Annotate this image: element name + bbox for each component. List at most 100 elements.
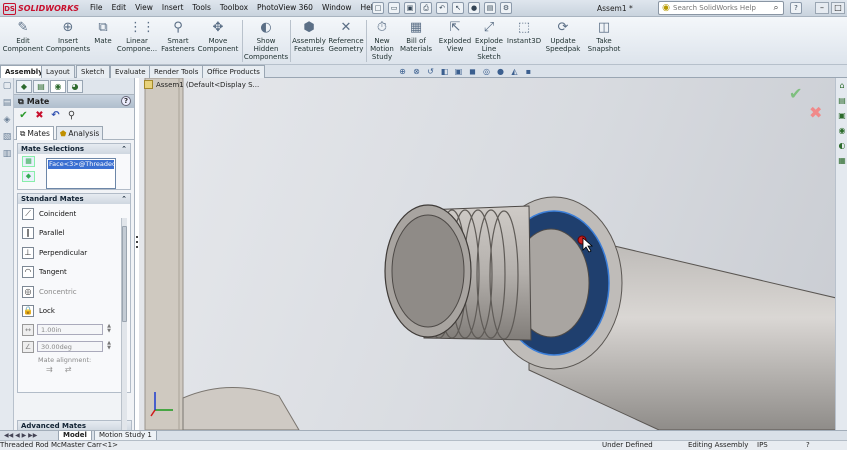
hide-show-items-icon[interactable]: ◎ <box>481 67 492 77</box>
save-icon[interactable]: ▣ <box>404 2 416 14</box>
search-icon[interactable]: ⌕ <box>769 3 783 13</box>
status-help-icon[interactable]: ? <box>806 441 810 450</box>
cancel-x-icon[interactable]: ✖ <box>34 110 45 121</box>
tab-layout[interactable]: Layout <box>41 65 75 78</box>
distance-field[interactable] <box>37 324 103 335</box>
section-view-icon[interactable]: ◧ <box>439 67 450 77</box>
solidworks-logo[interactable]: DS SOLIDWORKS <box>3 2 79 15</box>
move-component-button[interactable]: ✥ Move Component <box>197 20 239 53</box>
concentric-mate[interactable]: ◎ Concentric <box>18 282 130 302</box>
document-icon[interactable]: ▤ <box>1 98 13 112</box>
undo-icon[interactable]: ↶ <box>436 2 448 14</box>
new-motion-study-button[interactable]: ⏱ New Motion Study <box>368 20 396 61</box>
collapse-icon[interactable]: ⌃ <box>121 194 127 204</box>
help-icon[interactable]: ? <box>121 96 131 106</box>
confirm-check-icon[interactable]: ✔ <box>789 84 802 103</box>
zoom-to-fit-icon[interactable]: ⊕ <box>397 67 408 77</box>
previous-view-icon[interactable]: ↺ <box>425 67 436 77</box>
plate-part[interactable] <box>144 78 184 430</box>
menu-insert[interactable]: Insert <box>162 3 184 12</box>
display-style-icon[interactable]: ◼ <box>467 67 478 77</box>
options-icon[interactable]: ⚙ <box>500 2 512 14</box>
mate-button[interactable]: ⧉ Mate <box>92 20 114 45</box>
tab-mates[interactable]: ⧉ Mates <box>16 126 54 140</box>
select-icon[interactable]: ↖ <box>452 2 464 14</box>
tab-office-products[interactable]: Office Products <box>202 65 265 78</box>
show-hidden-button[interactable]: ◐ Show Hidden Components <box>244 20 288 61</box>
parallel-mate[interactable]: ∥ Parallel <box>18 224 130 244</box>
component-icon[interactable]: ▥ <box>1 149 13 163</box>
new-document-icon[interactable]: □ <box>372 2 384 14</box>
instant3d-button[interactable]: ⬚ Instant3D <box>506 20 542 45</box>
menu-tools[interactable]: Tools <box>192 3 210 12</box>
standard-mates-header[interactable]: Standard Mates ⌃ <box>18 194 130 204</box>
feature-icon[interactable]: ▧ <box>1 132 13 146</box>
assembly-features-button[interactable]: ⬢ Assembly Features <box>292 20 326 53</box>
aligned-icon[interactable]: ⇉ <box>46 365 53 377</box>
update-speedpak-button[interactable]: ⟳ Update Speedpak <box>545 20 581 53</box>
graphics-area[interactable]: Assem1 (Default<Display S... ✔ ✖ <box>139 78 835 430</box>
tab-analysis[interactable]: ⬟ Analysis <box>55 126 104 140</box>
sensor-icon[interactable]: ▢ <box>1 81 13 95</box>
menu-file[interactable]: File <box>90 3 103 12</box>
search-results-icon[interactable]: ◉ <box>837 126 847 138</box>
tab-navigation-icon[interactable]: ◀◀ ◀ ▶ ▶▶ <box>4 431 37 440</box>
status-units[interactable]: IPS <box>757 441 768 450</box>
mate-ref-icon[interactable]: ◈ <box>1 115 13 129</box>
coincident-mate[interactable]: ⟋ Coincident <box>18 204 130 224</box>
undo-icon[interactable]: ↶ <box>50 110 61 121</box>
rebuild-icon[interactable]: ● <box>468 2 480 14</box>
custom-properties-icon[interactable]: ▦ <box>837 156 847 168</box>
feature-manager-tab[interactable]: ◆ <box>16 80 32 93</box>
file-explorer-icon[interactable]: ▣ <box>837 111 847 123</box>
maximize-button[interactable]: □ <box>831 2 845 14</box>
entities-to-mate-list[interactable]: Face<3>@Threaded <box>46 158 116 189</box>
property-manager-tab[interactable]: ▤ <box>33 80 49 93</box>
minimize-button[interactable]: – <box>815 2 829 14</box>
tangent-mate[interactable]: ◠ Tangent <box>18 263 130 283</box>
view-settings-icon[interactable]: ▪ <box>523 67 534 77</box>
file-properties-icon[interactable]: ▤ <box>484 2 496 14</box>
collapse-icon[interactable]: ⌃ <box>121 144 127 154</box>
panel-scrollbar[interactable] <box>121 218 127 430</box>
cancel-x-icon[interactable]: ✖ <box>809 103 822 122</box>
menu-toolbox[interactable]: Toolbox <box>220 3 248 12</box>
feature-tree-flyout[interactable]: Assem1 (Default<Display S... <box>144 80 259 89</box>
explode-line-sketch-button[interactable]: ⤢ Explode Line Sketch <box>474 20 504 61</box>
menu-view[interactable]: View <box>135 3 153 12</box>
model-graphics[interactable] <box>139 78 835 430</box>
multiple-mate-icon[interactable]: ◆ <box>22 171 35 182</box>
take-snapshot-button[interactable]: ◫ Take Snapshot <box>584 20 624 53</box>
open-icon[interactable]: ▭ <box>388 2 400 14</box>
distance-spinner[interactable]: ▲ ▼ <box>106 324 112 335</box>
pushpin-icon[interactable]: ⚲ <box>66 110 77 121</box>
base-part[interactable] <box>182 386 300 430</box>
edit-component-button[interactable]: ✎ Edit Component <box>2 20 44 53</box>
bill-of-materials-button[interactable]: ▦ Bill of Materials <box>398 20 434 53</box>
exploded-view-button[interactable]: ⇱ Exploded View <box>437 20 473 53</box>
configuration-manager-tab[interactable]: ◉ <box>50 80 66 93</box>
tab-render-tools[interactable]: Render Tools <box>149 65 204 78</box>
menu-window[interactable]: Window <box>322 3 352 12</box>
menu-edit[interactable]: Edit <box>112 3 127 12</box>
solidworks-resources-icon[interactable]: ⌂ <box>837 81 847 93</box>
reference-geometry-button[interactable]: ✕ Reference Geometry <box>328 20 364 53</box>
print-icon[interactable]: ⎙ <box>420 2 432 14</box>
angle-field[interactable] <box>37 341 103 352</box>
appearances-icon[interactable]: ◐ <box>837 141 847 153</box>
linear-pattern-button[interactable]: ⋮⋮ Linear Compone... <box>115 20 159 53</box>
scroll-thumb[interactable] <box>122 226 127 322</box>
help-icon[interactable]: ? <box>790 2 802 14</box>
design-library-icon[interactable]: ▤ <box>837 96 847 108</box>
insert-components-button[interactable]: ⊕ Insert Components <box>45 20 91 53</box>
ok-check-icon[interactable]: ✔ <box>18 110 29 121</box>
display-manager-tab[interactable]: ◕ <box>67 80 83 93</box>
smart-fasteners-button[interactable]: ⚲ Smart Fasteners <box>160 20 196 53</box>
search-input[interactable] <box>673 4 769 12</box>
perpendicular-mate[interactable]: ⊥ Perpendicular <box>18 243 130 263</box>
view-orientation-icon[interactable]: ▣ <box>453 67 464 77</box>
mate-selections-header[interactable]: Mate Selections ⌃ <box>18 144 130 154</box>
angle-spinner[interactable]: ▲ ▼ <box>106 341 112 352</box>
anti-aligned-icon[interactable]: ⇄ <box>65 365 72 377</box>
tab-evaluate[interactable]: Evaluate <box>110 65 151 78</box>
